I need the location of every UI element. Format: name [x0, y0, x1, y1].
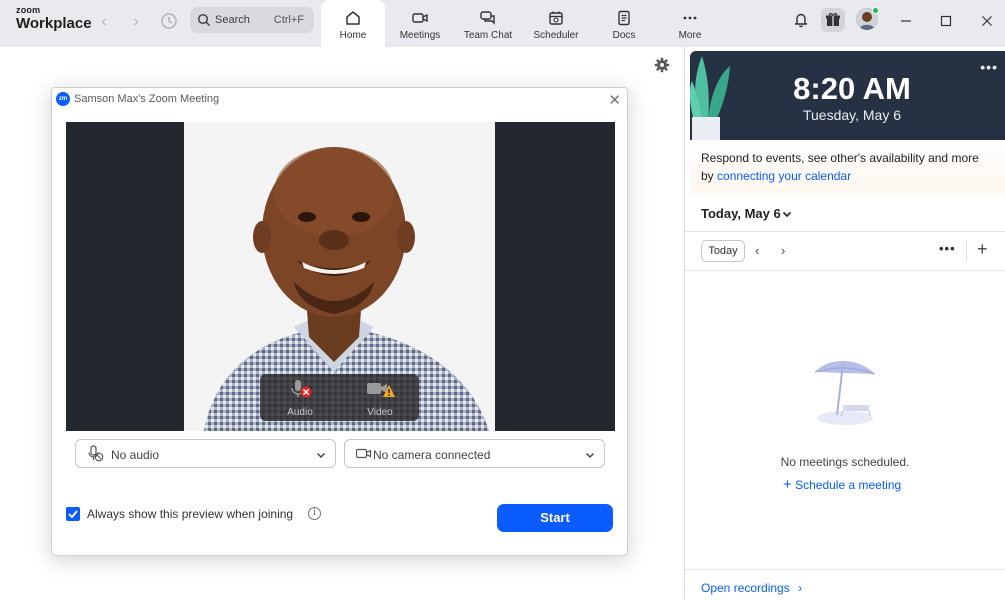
calendar-icon: [547, 9, 565, 32]
divider: [685, 569, 1005, 570]
schedule-meeting-label: Schedule a meeting: [795, 478, 902, 492]
search-label: Search: [215, 14, 250, 26]
audio-control[interactable]: Audio: [270, 379, 330, 418]
more-dots-icon: [681, 9, 699, 32]
tab-more[interactable]: More: [658, 0, 722, 47]
microphone-muted-icon: [287, 380, 313, 403]
title-bar: zoom Workplace ‹ › Search Ctrl+F Home Me…: [0, 0, 1005, 47]
tab-meetings[interactable]: Meetings: [388, 0, 452, 47]
day-header[interactable]: Today, May 6: [701, 206, 781, 221]
chevron-down-icon[interactable]: [781, 207, 793, 225]
no-meetings-text: No meetings scheduled.: [780, 455, 910, 469]
microphone-off-icon: [86, 445, 106, 468]
tab-scheduler[interactable]: Scheduler: [524, 0, 588, 47]
schedule-meeting-link[interactable]: + Schedule a meeting: [783, 476, 901, 493]
search-icon: [197, 13, 211, 32]
chevron-down-icon: [584, 448, 596, 466]
start-button[interactable]: Start: [497, 504, 613, 532]
search-box[interactable]: Search Ctrl+F: [190, 7, 314, 33]
plus-icon: +: [783, 476, 792, 493]
calendar-connect-banner: Respond to events, see other's availabil…: [690, 140, 1005, 193]
video-preview: Audio Video: [66, 122, 615, 431]
meeting-preview-dialog: zm Samson Max's Zoom Meeting ✕ Audio Vid…: [51, 87, 628, 556]
tab-home-label: Home: [339, 30, 367, 41]
camera-select[interactable]: No camera connected: [344, 439, 605, 468]
maximize-icon[interactable]: [937, 12, 955, 30]
search-shortcut: Ctrl+F: [273, 14, 304, 26]
tab-team-chat-label: Team Chat: [463, 30, 513, 41]
document-icon: [615, 9, 633, 32]
online-status-dot: [872, 7, 879, 14]
video-camera-icon: [411, 9, 429, 32]
clock-date: Tuesday, May 6: [802, 107, 902, 123]
audio-select-value: No audio: [111, 448, 160, 462]
respond-prefix: by: [701, 169, 718, 183]
logo-small-text: zoom: [16, 5, 41, 15]
forward-arrow-icon[interactable]: ›: [126, 12, 146, 32]
close-window-icon[interactable]: [978, 12, 996, 30]
home-icon: [344, 9, 362, 32]
preview-controls: Audio Video: [260, 374, 419, 421]
open-recordings-link[interactable]: Open recordings ›: [701, 581, 802, 595]
info-icon[interactable]: i: [308, 507, 321, 520]
tab-docs[interactable]: Docs: [592, 0, 656, 47]
camera-select-value: No camera connected: [373, 448, 491, 462]
checkbox-label: Always show this preview when joining: [87, 507, 294, 521]
back-arrow-icon[interactable]: ‹: [94, 12, 114, 32]
history-icon[interactable]: [159, 11, 179, 31]
chat-icon: [479, 9, 497, 32]
add-meeting-icon[interactable]: +: [977, 239, 988, 260]
tab-home[interactable]: Home: [321, 0, 385, 47]
open-recordings-label: Open recordings: [701, 581, 790, 595]
today-button[interactable]: Today: [701, 240, 745, 262]
dialog-title: Samson Max's Zoom Meeting: [74, 93, 220, 105]
calendar-more-icon[interactable]: •••: [939, 241, 956, 256]
tab-docs-label: Docs: [612, 30, 636, 41]
app-logo: zoom Workplace: [16, 5, 92, 32]
audio-label: Audio: [287, 407, 313, 418]
home-side-panel: 8:20 AM Tuesday, May 6 ••• Respond to ev…: [684, 47, 1005, 600]
tab-scheduler-label: Scheduler: [533, 30, 579, 41]
connect-calendar-link[interactable]: connecting your calendar: [717, 169, 851, 183]
logo-large-text: Workplace: [16, 15, 92, 32]
camera-warning-icon: [364, 383, 396, 403]
beach-umbrella-icon: [807, 350, 887, 435]
always-show-preview-checkbox[interactable]: [66, 507, 80, 521]
next-day-icon[interactable]: ›: [781, 243, 785, 258]
chevron-down-icon: [315, 448, 327, 466]
divider: [685, 231, 1005, 232]
settings-gear-icon[interactable]: [654, 57, 670, 78]
tab-meetings-label: Meetings: [399, 30, 441, 41]
respond-text-line2: by connecting your calendar: [701, 169, 851, 183]
camera-off-icon: [355, 445, 375, 468]
clock-time: 8:20 AM: [793, 71, 911, 106]
tab-more-label: More: [678, 30, 702, 41]
chevron-right-icon: ›: [798, 581, 803, 595]
more-options-icon[interactable]: •••: [980, 59, 998, 75]
video-label: Video: [367, 407, 393, 418]
bell-icon[interactable]: [792, 10, 810, 33]
close-icon[interactable]: ✕: [608, 91, 621, 109]
tab-team-chat[interactable]: Team Chat: [456, 0, 520, 47]
gift-icon[interactable]: [821, 8, 845, 32]
previous-day-icon[interactable]: ‹: [755, 243, 759, 258]
audio-select[interactable]: No audio: [75, 439, 336, 468]
minimize-icon[interactable]: [897, 12, 915, 30]
respond-text: Respond to events, see other's availabil…: [701, 151, 979, 165]
video-control[interactable]: Video: [350, 379, 410, 418]
divider: [966, 241, 967, 261]
divider: [685, 270, 1005, 271]
zoom-logo-icon: zm: [56, 92, 70, 106]
clock-card: 8:20 AM Tuesday, May 6 •••: [690, 51, 1005, 140]
dialog-title-bar: zm Samson Max's Zoom Meeting ✕: [52, 88, 627, 110]
